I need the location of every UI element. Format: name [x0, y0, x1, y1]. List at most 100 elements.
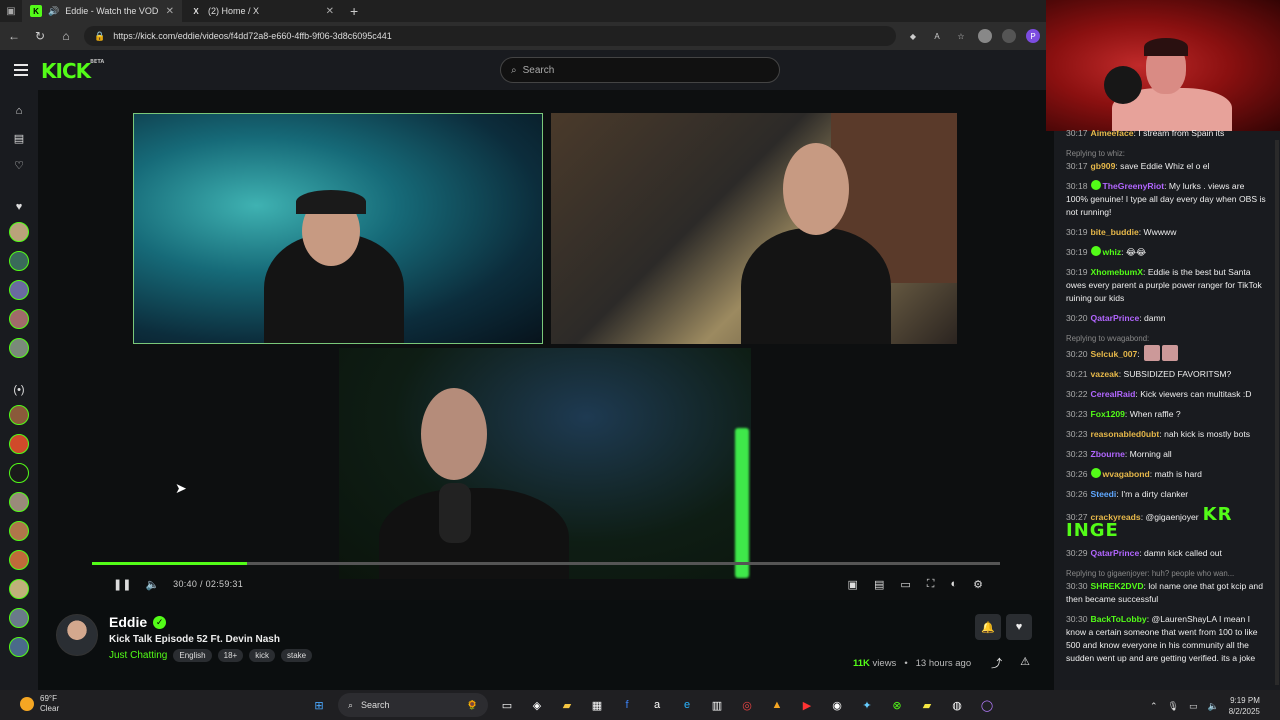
window-menu-icon[interactable]: ▣: [0, 0, 22, 22]
chat-username[interactable]: Selcuk_007: [1091, 349, 1138, 359]
app-icon[interactable]: ✦: [856, 694, 878, 716]
home-icon[interactable]: ⌂: [9, 101, 29, 121]
chat-username[interactable]: bite_buddie: [1091, 227, 1139, 237]
chrome-icon[interactable]: ◎: [736, 694, 758, 716]
url-field[interactable]: 🔒 https://kick.com/eddie/videos/f4dd72a8…: [84, 26, 896, 46]
search-input[interactable]: ⌕ Search: [500, 57, 780, 83]
video-player[interactable]: ➤ ❚❚ 🔈 30:40 / 02:59:31 ▣ ▤ ▭ ⛶ ◐ ⚙: [38, 90, 1054, 600]
refresh-icon[interactable]: ↻: [32, 29, 48, 43]
notes-icon[interactable]: ▰: [916, 694, 938, 716]
obs-icon[interactable]: ◍: [946, 694, 968, 716]
reply-context[interactable]: Replying to whiz:: [1066, 147, 1266, 160]
chat-username[interactable]: CerealRaid: [1091, 389, 1136, 399]
edge-browser-icon[interactable]: e: [676, 694, 698, 716]
chat-username[interactable]: Aimeeface: [1091, 128, 1134, 138]
extension-icon[interactable]: [978, 29, 992, 43]
close-tab-icon[interactable]: ✕: [326, 6, 334, 17]
new-tab-button[interactable]: +: [342, 3, 366, 19]
fullscreen-icon[interactable]: ⛶: [927, 578, 935, 591]
channel-name[interactable]: Eddie: [109, 614, 147, 630]
follow-button[interactable]: ♥: [1006, 614, 1032, 640]
recommended-channel-avatar[interactable]: [9, 520, 29, 541]
clip-icon[interactable]: ▤: [874, 578, 884, 591]
xbox-icon[interactable]: ⊗: [886, 694, 908, 716]
chat-username[interactable]: gb909: [1091, 161, 1116, 171]
followed-channel-avatar[interactable]: [9, 221, 29, 242]
close-tab-icon[interactable]: ✕: [166, 6, 174, 17]
youtube-icon[interactable]: ▶: [796, 694, 818, 716]
seek-bar[interactable]: [92, 562, 1000, 565]
recommended-channel-avatar[interactable]: [9, 578, 29, 599]
chat-username[interactable]: whiz: [1103, 247, 1122, 257]
recommended-channel-avatar[interactable]: [9, 404, 29, 425]
chat-username[interactable]: vazeak: [1091, 369, 1119, 379]
theater-mode-icon[interactable]: ▭: [900, 578, 910, 591]
browse-icon[interactable]: ▤: [9, 128, 29, 148]
share-icon[interactable]: ⤴: [991, 655, 1002, 671]
tag-icon[interactable]: ◆: [906, 29, 920, 43]
task-view-icon[interactable]: ▭: [496, 694, 518, 716]
chat-username[interactable]: BackToLobby: [1091, 614, 1147, 624]
followed-channel-avatar[interactable]: [9, 308, 29, 329]
recommended-channel-avatar[interactable]: [9, 549, 29, 570]
windows-start-icon[interactable]: ⊞: [308, 694, 330, 716]
taskbar-search[interactable]: ⌕ Search 🌻: [338, 693, 488, 717]
kick-logo[interactable]: KICKBETA: [41, 59, 104, 83]
chat-username[interactable]: Zbourne: [1091, 449, 1125, 459]
tag-pill[interactable]: stake: [280, 649, 313, 662]
chat-username[interactable]: reasonabled0ubt: [1091, 429, 1160, 439]
chat-username[interactable]: QatarPrince: [1091, 548, 1140, 558]
store-icon[interactable]: ▦: [586, 694, 608, 716]
mini-player-icon[interactable]: ▣: [848, 578, 858, 591]
chat-username[interactable]: TheGreenyRiot: [1103, 181, 1165, 191]
chat-username[interactable]: Steedi: [1091, 489, 1117, 499]
recommended-channel-avatar[interactable]: [9, 607, 29, 628]
tag-pill[interactable]: kick: [249, 649, 275, 662]
amazon-icon[interactable]: a: [646, 694, 668, 716]
network-icon[interactable]: ▭: [1189, 701, 1198, 712]
followed-channel-avatar[interactable]: [9, 337, 29, 358]
channel-avatar[interactable]: [56, 614, 98, 656]
pause-icon[interactable]: ❚❚: [113, 578, 131, 591]
steam-icon[interactable]: ◉: [826, 694, 848, 716]
reply-context[interactable]: Replying to gigaenjoyer: huh? people who…: [1066, 567, 1266, 580]
chat-username[interactable]: SHREK2DVD: [1091, 581, 1144, 591]
app-icon[interactable]: ◯: [976, 694, 998, 716]
weather-widget[interactable]: 69°F Clear: [20, 694, 59, 714]
volume-icon[interactable]: 🔈: [1208, 701, 1219, 712]
extension-icon[interactable]: [1002, 29, 1016, 43]
recommended-channel-avatar[interactable]: [9, 636, 29, 657]
back-icon[interactable]: ←: [6, 29, 22, 43]
favorite-star-icon[interactable]: ☆: [954, 29, 968, 43]
hamburger-menu-icon[interactable]: [14, 64, 28, 76]
vlc-icon[interactable]: ▲: [766, 694, 788, 716]
chat-scrollbar[interactable]: [1275, 140, 1279, 685]
read-aloud-icon[interactable]: A: [930, 29, 944, 43]
chat-username[interactable]: XhomebumX: [1091, 267, 1144, 277]
copilot-icon[interactable]: ◈: [526, 694, 548, 716]
following-heart-icon[interactable]: ♡: [9, 155, 29, 175]
settings-gear-icon[interactable]: ⚙: [973, 578, 983, 591]
recommended-channel-avatar[interactable]: [9, 433, 29, 454]
volume-icon[interactable]: 🔈: [145, 578, 159, 591]
recommended-channel-avatar[interactable]: [9, 491, 29, 512]
browser-tab-x[interactable]: X (2) Home / X ✕: [182, 0, 342, 22]
report-warning-icon[interactable]: ⚠: [1020, 655, 1030, 671]
clock[interactable]: 9:19 PM 8/2/2025: [1229, 695, 1260, 717]
reply-context[interactable]: Replying to wvagabond:: [1066, 332, 1266, 345]
followed-channel-avatar[interactable]: [9, 279, 29, 300]
tag-pill[interactable]: English: [173, 649, 212, 662]
notification-bell-button[interactable]: 🔔: [975, 614, 1001, 640]
chevron-up-icon[interactable]: ⌃: [1150, 701, 1158, 712]
facebook-icon[interactable]: f: [616, 694, 638, 716]
chat-username[interactable]: QatarPrince: [1091, 313, 1140, 323]
mic-icon[interactable]: 🎙: [1168, 701, 1179, 712]
calculator-icon[interactable]: ▥: [706, 694, 728, 716]
profile-icon[interactable]: P: [1026, 29, 1040, 43]
file-explorer-icon[interactable]: ▰: [556, 694, 578, 716]
followed-channel-avatar[interactable]: [9, 250, 29, 271]
tag-pill[interactable]: 18+: [217, 649, 244, 662]
home-icon[interactable]: ⌂: [58, 29, 74, 43]
chat-username[interactable]: Fox1209: [1091, 409, 1125, 419]
recommended-channel-avatar[interactable]: [9, 462, 29, 483]
